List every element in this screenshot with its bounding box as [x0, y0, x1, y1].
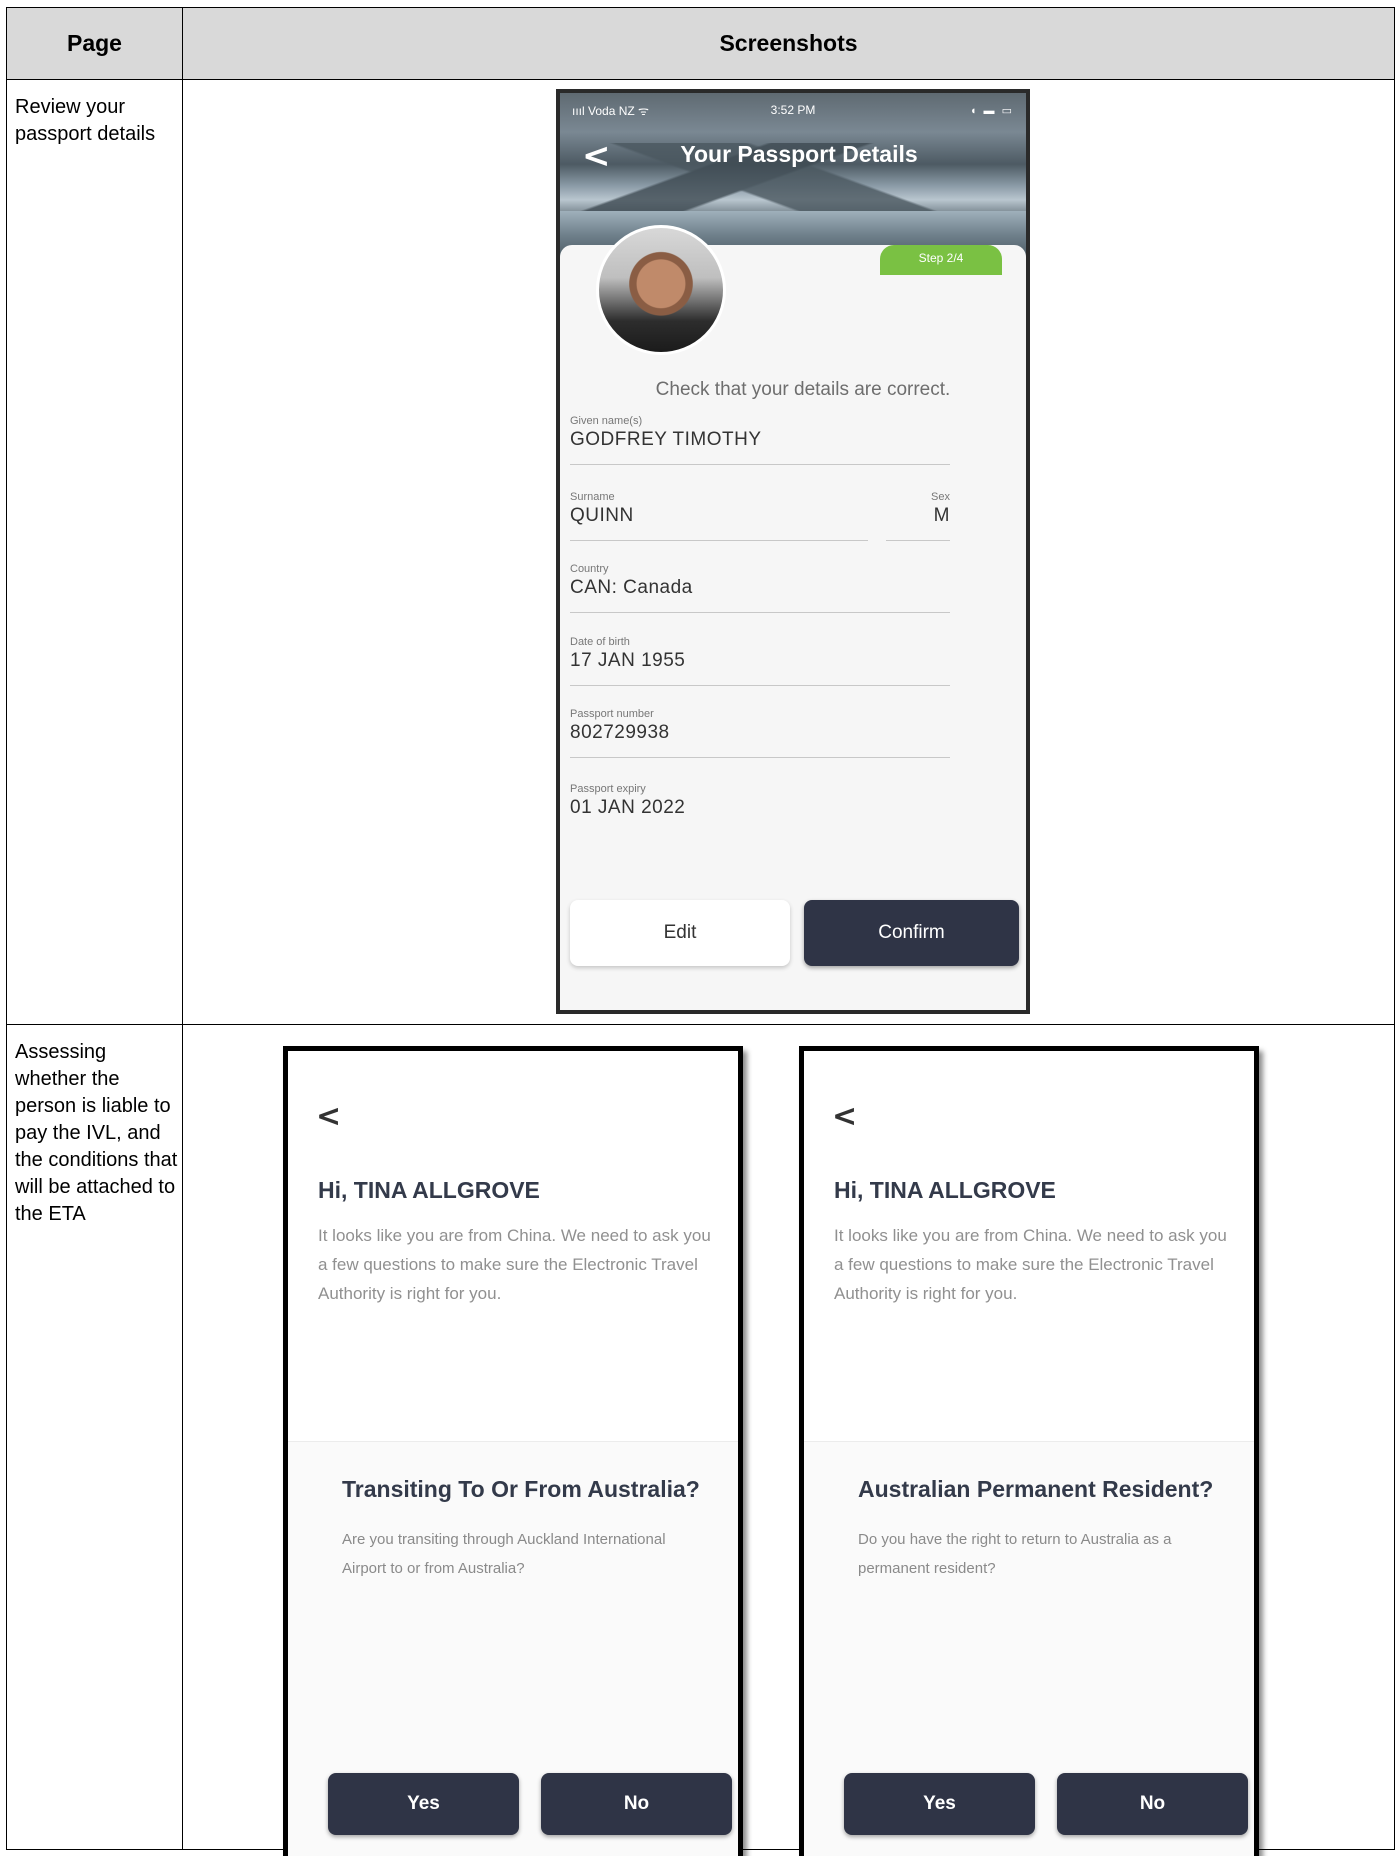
surname-field[interactable]: Surname QUINN — [570, 491, 868, 541]
page-cell: Review your passport details — [6, 79, 183, 1025]
question-text: Do you have the right to return to Austr… — [858, 1531, 1172, 1577]
page-cell: Assessing whether the person is liable t… — [6, 1024, 183, 1850]
edit-button[interactable]: Edit — [570, 900, 790, 966]
yes-button[interactable]: Yes — [844, 1773, 1035, 1835]
transit-question-screenshot: < Hi, TINA ALLGROVE It looks like you ar… — [283, 1046, 743, 1856]
given-names-field[interactable]: Given name(s) GODFREY TIMOTHY — [570, 415, 950, 465]
field-value: CAN: Canada — [570, 577, 693, 598]
field-value: 01 JAN 2022 — [570, 797, 686, 818]
field-label: Passport expiry — [570, 783, 646, 795]
header-screenshots: Screenshots — [182, 7, 1395, 80]
passport-phone-screenshot: ıııl Voda NZ ᯤ 3:52 PM ◖ ▬ ▭ < Your Pass… — [556, 89, 1030, 1014]
question-text: Are you transiting through Auckland Inte… — [342, 1531, 666, 1577]
field-value: M — [933, 505, 950, 526]
country-field[interactable]: Country CAN: Canada — [570, 563, 950, 613]
passport-number-field[interactable]: Passport number 802729938 — [570, 708, 950, 758]
field-label: Country — [570, 563, 609, 575]
screen-title: Your Passport Details — [680, 141, 918, 167]
field-label: Passport number — [570, 708, 654, 720]
header-row: Page Screenshots — [6, 7, 1395, 80]
step-badge: Step 2/4 — [880, 245, 1002, 275]
carrier-label: ıııl Voda NZ ᯤ — [572, 103, 649, 118]
intro-text: It looks like you are from China. We nee… — [834, 1226, 1227, 1303]
greeting-heading: Hi, TINA ALLGROVE — [318, 1177, 540, 1203]
resident-question-screenshot: < Hi, TINA ALLGROVE It looks like you ar… — [799, 1046, 1259, 1856]
field-value: QUINN — [570, 505, 634, 526]
table-row: Review your passport details ıııl Voda N… — [6, 79, 1395, 1025]
table-row: Assessing whether the person is liable t… — [6, 1024, 1395, 1856]
field-label: Surname — [570, 491, 615, 503]
status-bar: ıııl Voda NZ ᯤ 3:52 PM ◖ ▬ ▭ — [572, 99, 1014, 121]
confirm-button[interactable]: Confirm — [804, 900, 1019, 966]
question-title: Transiting To Or From Australia? — [342, 1476, 700, 1502]
chevron-left-icon[interactable]: < — [316, 1099, 341, 1134]
field-label: Given name(s) — [570, 415, 643, 427]
details-card — [560, 245, 1026, 1010]
header-page: Page — [6, 7, 183, 80]
greeting-heading: Hi, TINA ALLGROVE — [834, 1177, 1056, 1203]
instruction-text: Check that your details are correct. — [655, 379, 951, 400]
passport-expiry-field[interactable]: Passport expiry 01 JAN 2022 — [570, 783, 950, 819]
no-button[interactable]: No — [1057, 1773, 1248, 1835]
field-value: 17 JAN 1955 — [570, 650, 686, 671]
clock-label: 3:52 PM — [770, 103, 816, 117]
screenshot-cell: ıııl Voda NZ ᯤ 3:52 PM ◖ ▬ ▭ < Your Pass… — [182, 79, 1395, 1025]
battery-icon: ◖ ▬ ▭ — [969, 104, 1014, 117]
question-title: Australian Permanent Resident? — [858, 1476, 1214, 1502]
chevron-left-icon[interactable]: < — [832, 1099, 857, 1134]
date-of-birth-field[interactable]: Date of birth 17 JAN 1955 — [570, 636, 950, 686]
field-value: GODFREY TIMOTHY — [570, 429, 762, 450]
field-label: Date of birth — [570, 636, 630, 648]
no-button[interactable]: No — [541, 1773, 732, 1835]
avatar — [596, 225, 726, 355]
intro-text: It looks like you are from China. We nee… — [318, 1226, 711, 1303]
field-value: 802729938 — [570, 722, 670, 743]
sex-field[interactable]: Sex M — [886, 491, 950, 541]
field-label: Sex — [931, 491, 950, 503]
screenshot-cell: < Hi, TINA ALLGROVE It looks like you ar… — [182, 1024, 1395, 1856]
document-table: Page Screenshots Review your passport de… — [6, 7, 1395, 1856]
yes-button[interactable]: Yes — [328, 1773, 519, 1835]
